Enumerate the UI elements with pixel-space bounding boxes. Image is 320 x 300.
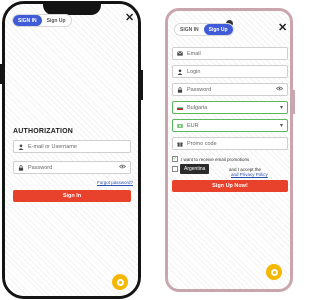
flag-icon [177, 105, 183, 111]
currency-select[interactable]: EUR ▾ [172, 119, 288, 132]
auth-tabs: SIGN IN Sign Up [174, 23, 234, 36]
terms-label: and I accept the [229, 166, 262, 172]
user-icon [18, 143, 24, 150]
terms-checkbox[interactable] [172, 166, 178, 172]
lock-icon [177, 86, 183, 93]
tab-sign-up[interactable]: Sign Up [203, 24, 233, 35]
login-field[interactable]: Login [172, 65, 288, 78]
promo-code-field[interactable]: Promo code [172, 137, 288, 150]
page-title: AUTHORIZATION [13, 128, 74, 135]
tab-sign-up[interactable]: Sign Up [42, 15, 71, 26]
eye-toggle-icon[interactable] [119, 164, 126, 171]
auth-tabs: SIGN IN Sign Up [12, 14, 72, 27]
currency-icon [177, 123, 183, 129]
email-field[interactable]: Email [172, 47, 288, 60]
email-placeholder: Email [187, 50, 201, 57]
volume-button [0, 64, 2, 84]
right-phone-frame: SIGN IN Sign Up ✕ Email Login Password B… [165, 8, 293, 292]
promotions-checkbox-row[interactable]: ✓ I want to receive email promotions [172, 156, 249, 162]
close-icon[interactable]: ✕ [125, 13, 134, 24]
login-field[interactable]: E-mail or Username [13, 140, 131, 153]
password-placeholder: Password [187, 86, 212, 93]
left-phone-frame: SIGN IN Sign Up ✕ AUTHORIZATION E-mail o… [2, 1, 141, 299]
promotions-label: I want to receive email promotions [181, 156, 250, 162]
lock-icon [18, 164, 24, 171]
power-button [141, 70, 143, 100]
password-field[interactable]: Password [13, 161, 131, 174]
sign-in-button[interactable]: Sign In [13, 190, 131, 202]
currency-value: EUR [187, 122, 199, 129]
promotions-checkbox[interactable]: ✓ [172, 156, 178, 162]
login-placeholder: E-mail or Username [28, 143, 77, 150]
mail-icon [177, 51, 183, 57]
forgot-password-link[interactable]: Forgot password? [97, 180, 133, 185]
country-tooltip: Argentina [180, 164, 210, 174]
login-placeholder: Login [187, 68, 201, 75]
gift-icon [177, 141, 183, 147]
sign-up-button[interactable]: Sign Up Now! [172, 180, 288, 192]
tab-sign-in[interactable]: SIGN IN [13, 15, 42, 26]
user-icon [177, 68, 183, 75]
country-value: Bulgaria [187, 104, 208, 111]
eye-toggle-icon[interactable] [276, 86, 283, 93]
chat-icon[interactable] [266, 264, 282, 280]
privacy-policy-link[interactable]: and Privacy Policy [231, 172, 268, 177]
password-field[interactable]: Password [172, 83, 288, 96]
tab-sign-in[interactable]: SIGN IN [175, 24, 204, 35]
country-select[interactable]: Bulgaria ▾ [172, 101, 288, 114]
chevron-down-icon: ▾ [279, 105, 283, 111]
promo-code-placeholder: Promo code [187, 140, 217, 147]
chevron-down-icon: ▾ [279, 123, 283, 129]
password-placeholder: Password [28, 164, 53, 171]
power-button [293, 90, 295, 114]
close-icon[interactable]: ✕ [278, 23, 287, 34]
chat-icon[interactable] [112, 274, 128, 290]
